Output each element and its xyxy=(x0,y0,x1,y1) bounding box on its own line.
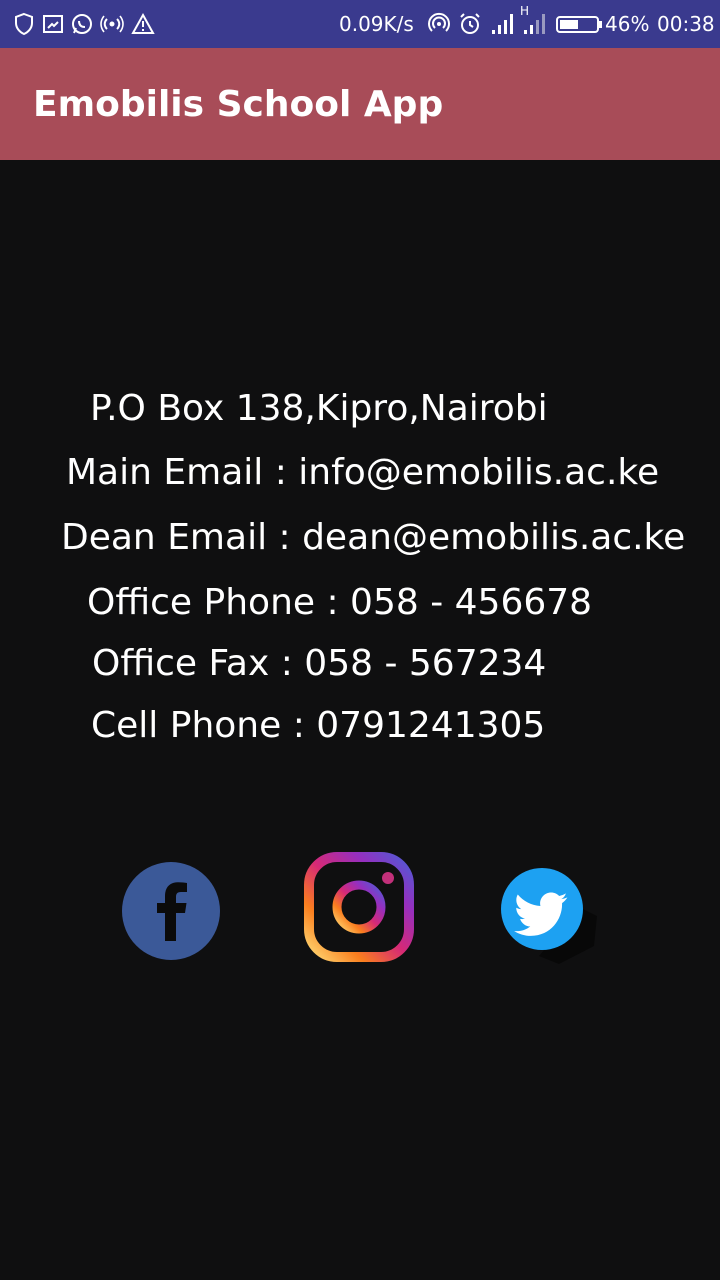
main-email-text: Main Email : info@emobilis.ac.ke xyxy=(66,452,660,493)
clock: 00:38 xyxy=(657,12,715,36)
alarm-icon xyxy=(460,13,480,34)
office-fax-text: Office Fax : 058 - 567234 xyxy=(92,643,547,684)
broadcast-icon xyxy=(428,12,450,32)
network-speed: 0.09K/s xyxy=(339,12,414,36)
signal-icon xyxy=(524,14,545,34)
shield-icon xyxy=(15,12,33,36)
facebook-icon[interactable] xyxy=(121,861,221,961)
address-text: P.O Box 138,Kipro,Nairobi xyxy=(90,388,548,429)
warning-icon xyxy=(131,12,155,34)
twitter-icon[interactable] xyxy=(499,866,599,966)
battery-percent: 46% xyxy=(605,12,650,36)
signal-icon xyxy=(492,14,513,34)
status-bar: 0.09K/s H 46% 00:38 xyxy=(0,0,720,48)
battery-icon xyxy=(556,16,602,33)
cast-icon xyxy=(43,15,63,33)
hotspot-icon xyxy=(100,15,124,33)
whatsapp-icon xyxy=(72,14,92,34)
cell-phone-text: Cell Phone : 0791241305 xyxy=(91,705,546,746)
office-phone-text: Office Phone : 058 - 456678 xyxy=(87,582,593,623)
app-title: Emobilis School App xyxy=(33,84,444,125)
dean-email-text: Dean Email : dean@emobilis.ac.ke xyxy=(61,517,686,558)
instagram-icon[interactable] xyxy=(304,852,414,962)
